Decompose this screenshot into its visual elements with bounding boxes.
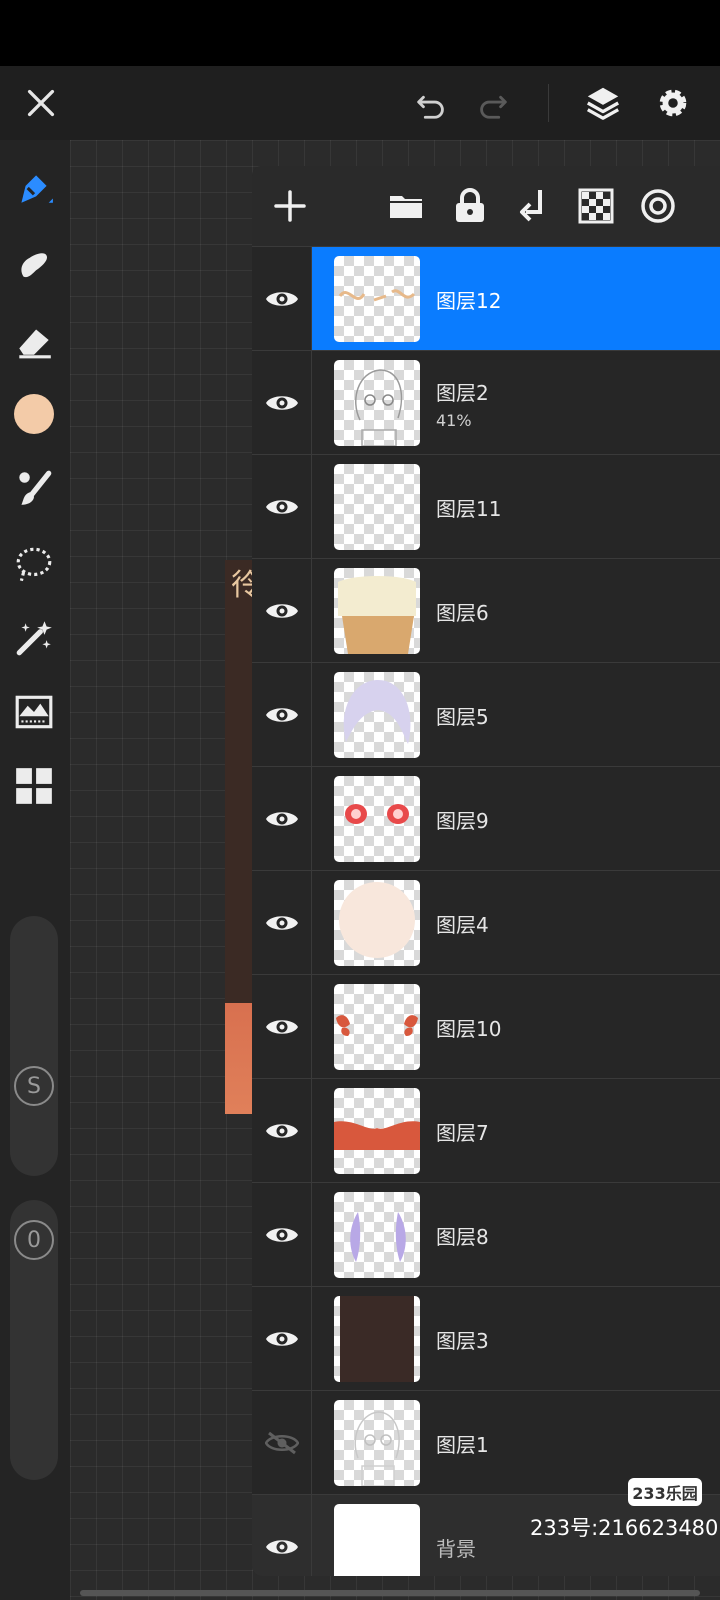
eye-icon[interactable] [252, 871, 312, 975]
layer-name: 图层10 [436, 1017, 502, 1041]
layer-thumbnail [334, 1192, 420, 1278]
plus-icon[interactable] [266, 182, 314, 230]
eye-icon[interactable] [252, 1079, 312, 1183]
layer-thumbnail [334, 1296, 420, 1382]
layer-name: 图层11 [436, 497, 502, 521]
top-bar [0, 66, 720, 140]
merge-down-icon[interactable] [510, 182, 558, 230]
layer-row[interactable]: 图层11 [252, 454, 720, 559]
brush-size-handle[interactable]: S [14, 1066, 54, 1106]
layer-name: 图层2 [436, 381, 489, 405]
color-swatch[interactable] [10, 390, 58, 438]
redo-icon[interactable] [470, 80, 516, 126]
brush-size-slider[interactable] [10, 916, 58, 1176]
brush-tool-icon[interactable] [10, 164, 58, 212]
smudge-tool-icon[interactable] [10, 240, 58, 288]
eye-icon[interactable] [252, 247, 312, 351]
home-indicator[interactable] [80, 1590, 700, 1596]
lasso-select-icon[interactable] [10, 540, 58, 588]
eye-icon[interactable] [252, 455, 312, 559]
layer-name: 图层5 [436, 705, 489, 729]
layer-name: 图层12 [436, 289, 502, 313]
layer-row[interactable]: 图层10 [252, 974, 720, 1079]
tool-sidebar: S 0 [0, 140, 70, 1600]
layer-thumbnail [334, 360, 420, 446]
layer-name: 图层7 [436, 1121, 489, 1145]
layer-row[interactable]: 图层5 [252, 662, 720, 767]
layer-thumbnail [334, 672, 420, 758]
layer-name: 图层6 [436, 601, 489, 625]
eye-icon[interactable] [252, 1495, 312, 1576]
layer-row[interactable]: 图层9 [252, 766, 720, 871]
layer-opacity: 41% [436, 411, 472, 430]
watermark-badge: 233乐园 [628, 1478, 702, 1506]
eye-icon[interactable] [252, 1183, 312, 1287]
layer-row[interactable]: 图层6 [252, 558, 720, 663]
eye-icon[interactable] [252, 1287, 312, 1391]
folder-icon[interactable] [382, 182, 430, 230]
layer-thumbnail [334, 464, 420, 550]
layers-panel: 图层12 图层2 41% 图层11 图层6 图层5 图层9 图层4 图层10 图… [252, 166, 720, 1576]
layer-thumbnail [334, 1400, 420, 1486]
layer-thumbnail [334, 256, 420, 342]
toolbar-divider [548, 84, 549, 122]
layer-row[interactable]: 图层3 [252, 1286, 720, 1391]
layer-name: 图层1 [436, 1433, 489, 1457]
layer-name: 图层9 [436, 809, 489, 833]
gallery-grid-icon[interactable] [10, 762, 58, 810]
layers-panel-header [252, 166, 720, 246]
checker-icon[interactable] [572, 182, 620, 230]
eraser-tool-icon[interactable] [10, 316, 58, 364]
lock-icon[interactable] [446, 182, 494, 230]
layer-row[interactable]: 图层7 [252, 1078, 720, 1183]
layers-icon[interactable] [580, 80, 626, 126]
layer-thumbnail [334, 776, 420, 862]
layer-name: 背景 [436, 1537, 476, 1561]
eye-icon[interactable] [252, 663, 312, 767]
eye-icon[interactable] [252, 767, 312, 871]
status-bar [0, 0, 720, 66]
close-icon[interactable] [18, 80, 64, 126]
layer-thumbnail [334, 880, 420, 966]
paint-brush-settings-icon[interactable] [10, 464, 58, 512]
magic-wand-icon[interactable] [10, 614, 58, 662]
watermark-id: 233号:216623480 [530, 1516, 719, 1540]
layer-name: 图层3 [436, 1329, 489, 1353]
layer-thumbnail [334, 1504, 420, 1576]
layer-row[interactable]: 图层2 41% [252, 350, 720, 455]
layer-thumbnail [334, 568, 420, 654]
eye-icon[interactable] [252, 975, 312, 1079]
adjustments-icon[interactable] [10, 688, 58, 736]
layer-thumbnail [334, 984, 420, 1070]
layer-row[interactable]: 图层8 [252, 1182, 720, 1287]
eye-icon[interactable] [252, 559, 312, 663]
layer-name: 图层8 [436, 1225, 489, 1249]
eye-hidden-icon[interactable] [252, 1391, 312, 1495]
gear-icon[interactable] [650, 80, 696, 126]
brush-opacity-handle[interactable]: 0 [14, 1220, 54, 1260]
layer-name: 图层4 [436, 913, 489, 937]
layer-thumbnail [334, 1088, 420, 1174]
undo-icon[interactable] [408, 80, 454, 126]
eye-icon[interactable] [252, 351, 312, 455]
target-icon[interactable] [634, 182, 682, 230]
layer-row[interactable]: 图层12 [252, 246, 720, 351]
layer-row[interactable]: 图层4 [252, 870, 720, 975]
